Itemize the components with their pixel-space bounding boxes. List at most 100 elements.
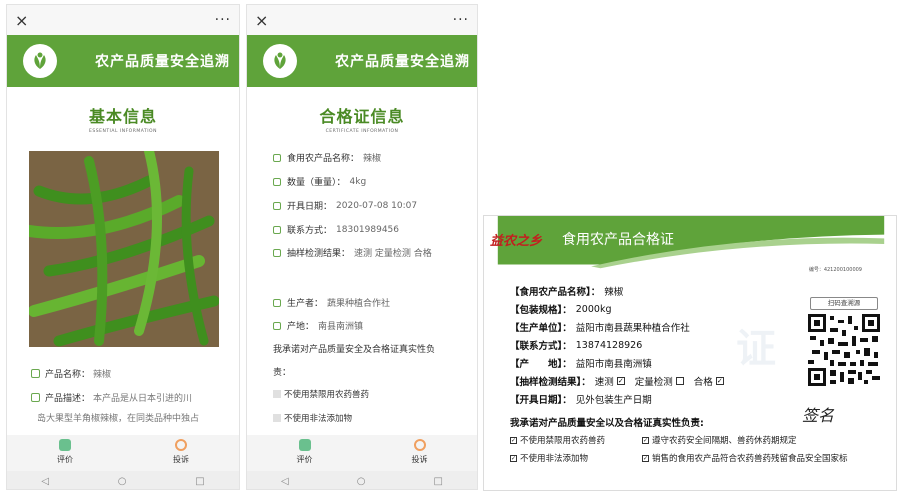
pledge-check: 不使用非法添加物 — [273, 412, 352, 424]
field-value: 18301989456 — [336, 224, 400, 235]
calendar-icon — [273, 201, 281, 210]
cert-field-value: 益阳市南县蔬果种植合作社 — [575, 323, 690, 334]
tab-rate-label: 评价 — [57, 455, 73, 464]
back-icon[interactable]: ◁ — [41, 476, 49, 487]
cert-check-label: 销售的食用农产品符合农药兽药残留食品安全国家标 — [652, 454, 848, 464]
cert-field-value: 益阳市南县南洲镇 — [575, 359, 652, 370]
test-icon — [273, 248, 281, 257]
cert-check: ✓ 销售的食用农产品符合农药兽药残留食品安全国家标 — [642, 452, 848, 464]
certificate-header-wave — [497, 216, 885, 269]
product-desc-label: 产品描述： — [45, 394, 91, 404]
scale-icon — [273, 177, 281, 186]
bottom-tabbar: 评价 投诉 — [247, 435, 477, 471]
tab-complaint-label: 投诉 — [411, 455, 428, 464]
close-icon[interactable]: × — [15, 11, 28, 30]
logo-icon — [23, 44, 57, 78]
phone-screen-certificate-info: × ··· 农产品质量安全追溯 合格证信息 CERTIFICATE INFORM… — [246, 4, 478, 490]
tag-icon — [31, 369, 40, 378]
close-icon[interactable]: × — [255, 11, 268, 30]
cert-test-label: 【抽样检测结果】： — [510, 377, 591, 388]
section-title: 基本信息 ESSENTIAL INFORMATION — [7, 103, 239, 134]
rate-icon — [298, 439, 311, 451]
section-title-en: CERTIFICATE INFORMATION — [325, 129, 399, 134]
product-desc-line2: 岛大果型羊角椒辣椒，在同类品种中独占 — [37, 414, 200, 424]
cert-field: 【食用农产品名称】： 辣椒 — [510, 284, 623, 298]
field-row: 食用农产品名称： 辣椒 — [273, 151, 381, 164]
tab-rate[interactable]: 评价 — [7, 435, 123, 471]
product-photo — [29, 151, 219, 347]
tab-rate-label: 评价 — [296, 455, 313, 464]
header-banner: 农产品质量安全追溯 — [247, 35, 477, 87]
bottom-tabbar: 评价 投诉 — [7, 435, 239, 471]
certificate-title: 食用农产品合格证 — [562, 232, 674, 248]
headset-icon — [413, 439, 426, 451]
check-label: 不使用非法添加物 — [284, 414, 353, 424]
checkbox: ✓ — [510, 436, 517, 444]
tag-icon — [273, 153, 281, 162]
home-icon[interactable]: ○ — [357, 476, 366, 487]
field-label: 产地： — [287, 322, 315, 332]
field-value: 蔬果种植合作社 — [327, 299, 391, 309]
field-value: 南县南洲镇 — [318, 322, 364, 332]
pledge-line2: 责： — [273, 368, 292, 378]
checkbox — [273, 414, 281, 422]
field-value: 2020-07-08 10:07 — [336, 200, 418, 211]
headset-icon — [175, 439, 187, 451]
test-option-checkbox: ✓ — [616, 377, 625, 385]
cert-check: ✓ 不使用禁限用农药兽药 — [510, 434, 605, 446]
cert-field-value: 辣椒 — [604, 287, 624, 298]
product-desc-row: 产品描述： 本产品是从日本引进的川 — [31, 391, 192, 404]
field-row: 联系方式： 18301989456 — [273, 223, 399, 236]
android-navbar: ◁ ○ □ — [247, 471, 477, 489]
field-row: 开具日期： 2020-07-08 10:07 — [273, 199, 417, 212]
back-icon[interactable]: ◁ — [281, 476, 289, 487]
more-icon[interactable]: ··· — [453, 12, 469, 28]
more-icon[interactable]: ··· — [215, 12, 231, 28]
field-value: 速测 定量检测 合格 — [354, 249, 432, 259]
section-title-cn: 合格证信息 — [319, 107, 405, 126]
location-icon — [273, 321, 281, 330]
cert-issue-value: 见外包装生产日期 — [575, 395, 652, 406]
scan-trace-button[interactable]: 扫码查溯源 — [810, 297, 878, 310]
phone-screen-basic-info: × ··· 农产品质量安全追溯 基本信息 ESSENTIAL INFORMATI… — [6, 4, 240, 490]
checkbox: ✓ — [642, 454, 649, 462]
field-row: 产地： 南县南洲镇 — [273, 319, 363, 332]
test-option-label: 定量检测 — [634, 377, 673, 388]
field-value: 4kg — [349, 176, 367, 187]
field-row: 抽样检测结果： 速测 定量检测 合格 — [273, 246, 432, 259]
pledge-text: 我承诺对产品质量安全及合格证真实性负 责： — [273, 342, 435, 378]
product-desc-value: 本产品是从日本引进的川 — [93, 394, 193, 404]
tab-complaint[interactable]: 投诉 — [362, 435, 477, 471]
cert-test-row: 【抽样检测结果】： 速测 ✓ 定量检测 合格 ✓ — [510, 374, 734, 388]
tab-rate[interactable]: 评价 — [247, 435, 362, 471]
cert-field: 【包装规格】： 2000kg — [510, 302, 612, 317]
test-option-checkbox — [675, 377, 684, 385]
person-icon — [273, 298, 281, 307]
watermark: 证 — [736, 326, 776, 372]
product-name-label: 产品名称： — [45, 370, 91, 380]
cert-check-label: 不使用禁限用农药兽药 — [520, 436, 606, 446]
checkbox — [273, 390, 281, 398]
cert-check-label: 不使用非法添加物 — [520, 454, 589, 464]
cert-field-label: 【包装规格】： — [510, 305, 572, 316]
cert-field-value: 13874128926 — [575, 339, 643, 351]
field-label: 食用农产品名称： — [287, 154, 360, 164]
field-label: 生产者： — [287, 299, 324, 309]
cert-field-label: 【产 地】： — [510, 359, 572, 370]
field-row: 数量（重量）： 4kg — [273, 175, 366, 188]
section-title-en: ESSENTIAL INFORMATION — [89, 129, 157, 134]
checkbox: ✓ — [510, 454, 517, 462]
qr-code-icon[interactable] — [808, 314, 880, 386]
field-label: 联系方式： — [287, 226, 333, 236]
recents-icon[interactable]: □ — [195, 476, 204, 487]
section-title: 合格证信息 CERTIFICATE INFORMATION — [247, 103, 477, 134]
cert-check: ✓ 遵守农药安全间隔期、兽药休药期规定 — [642, 434, 797, 446]
home-icon[interactable]: ○ — [118, 476, 127, 487]
cert-field-value: 2000kg — [575, 303, 612, 315]
tab-complaint[interactable]: 投诉 — [123, 435, 239, 471]
browser-topbar: × ··· — [7, 5, 239, 35]
rate-icon — [59, 439, 71, 451]
test-option-checkbox: ✓ — [715, 377, 724, 385]
recents-icon[interactable]: □ — [434, 476, 443, 487]
pledge-line1: 我承诺对产品质量安全及合格证真实性负 — [273, 345, 436, 355]
